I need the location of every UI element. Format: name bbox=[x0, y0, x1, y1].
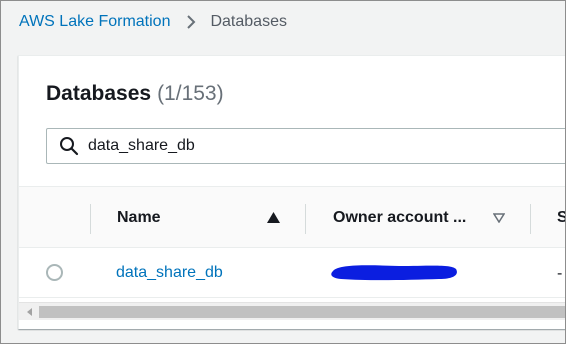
column-header-third[interactable]: S bbox=[557, 187, 565, 249]
databases-panel: Databases(1/153) Name Owner account ... bbox=[18, 55, 565, 329]
column-header-owner-account[interactable]: Owner account ... bbox=[333, 187, 466, 249]
app-window: AWS Lake Formation Databases Databases (1… bbox=[0, 0, 566, 344]
column-header-name-label: Name bbox=[117, 209, 161, 226]
column-divider bbox=[305, 204, 306, 234]
sort-ascending-icon[interactable] bbox=[267, 212, 280, 223]
panel-title: Databases (1/153) bbox=[46, 82, 224, 106]
table-row[interactable]: data_share_db - bbox=[19, 248, 565, 298]
row-select-radio[interactable] bbox=[46, 264, 63, 281]
panel-title-text: Databases bbox=[46, 82, 152, 105]
chevron-right-icon bbox=[186, 14, 196, 30]
breadcrumb-lake-formation-link[interactable]: AWS Lake Formation bbox=[19, 13, 170, 31]
scrollbar-thumb[interactable] bbox=[39, 306, 565, 318]
column-divider bbox=[90, 204, 91, 234]
column-header-name[interactable]: Name bbox=[117, 187, 161, 249]
column-header-third-label: S bbox=[557, 209, 565, 227]
panel-count: (1/153) bbox=[157, 82, 224, 105]
column-divider bbox=[530, 204, 531, 234]
search-input[interactable] bbox=[88, 137, 488, 155]
breadcrumb: AWS Lake Formation Databases bbox=[19, 10, 287, 34]
third-column-value: - bbox=[557, 265, 563, 282]
table-header: Name Owner account ... S bbox=[19, 186, 565, 249]
horizontal-scrollbar[interactable] bbox=[19, 302, 565, 320]
search-icon bbox=[59, 136, 79, 156]
search-box[interactable] bbox=[46, 128, 565, 164]
redacted-owner-account bbox=[329, 262, 459, 282]
database-name-link[interactable]: data_share_db bbox=[116, 264, 223, 282]
scroll-left-icon[interactable] bbox=[25, 307, 35, 317]
column-header-owner-label: Owner account ... bbox=[333, 209, 467, 226]
sort-toggle-icon[interactable] bbox=[493, 213, 505, 223]
breadcrumb-current: Databases bbox=[210, 13, 287, 30]
